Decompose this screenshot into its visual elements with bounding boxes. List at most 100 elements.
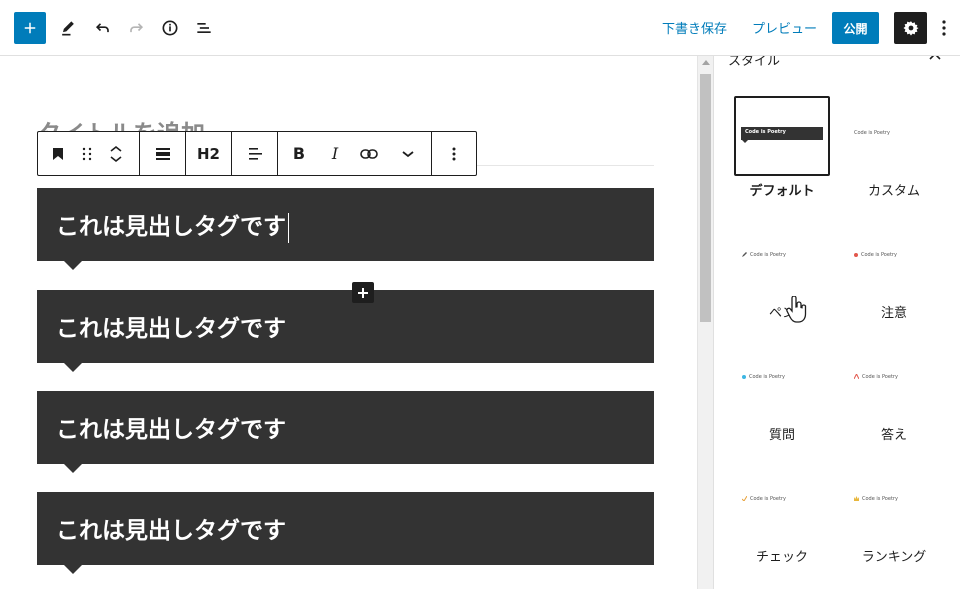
preview-sample-text: Code is Poetry [750, 252, 786, 258]
plus-icon [358, 287, 368, 298]
caution-icon [854, 252, 858, 257]
redo-icon [130, 23, 144, 33]
heading-level-button[interactable]: H2 [186, 132, 231, 175]
gear-icon [903, 21, 918, 36]
info-icon [162, 20, 178, 36]
heading-level-group: H2 [186, 132, 232, 175]
style-label: ランキング [861, 550, 927, 565]
pencil-icon [62, 21, 74, 36]
align-wide-icon [155, 147, 170, 160]
preview-sample-text: Code is Poetry [854, 130, 890, 136]
style-option-answer[interactable]: Code is Poetry 答え [846, 340, 942, 443]
settings-sidebar: スタイル Code is Poetry デフォルト Code is Poetry… [713, 56, 960, 589]
block-toolbar: H2 B I [37, 131, 477, 176]
style-option-question[interactable]: Code is Poetry 質問 [734, 340, 830, 443]
style-option-custom[interactable]: Code is Poetry カスタム [846, 96, 942, 199]
style-label: 注意 [880, 306, 907, 321]
options-menu-button[interactable] [934, 12, 954, 44]
styles-panel-title[interactable]: スタイル [728, 56, 780, 69]
style-preview: Code is Poetry [734, 462, 830, 542]
heading-text[interactable]: これは見出しタグです [56, 410, 286, 444]
drag-handle[interactable] [78, 132, 96, 175]
details-button[interactable] [154, 12, 186, 44]
heading-block[interactable]: これは見出しタグです [37, 290, 654, 372]
style-preview: Code is Poetry [734, 340, 830, 420]
heading-block[interactable]: これは見出しタグです [37, 188, 654, 270]
heading-text[interactable]: これは見出しタグです [56, 207, 289, 243]
block-type-button[interactable] [38, 132, 78, 175]
style-preview: Code is Poetry [846, 462, 942, 542]
style-preview: Code is Poetry [734, 218, 830, 298]
crown-icon [854, 496, 859, 501]
text-caret [288, 212, 289, 243]
style-label: カスタム [867, 184, 920, 199]
link-button[interactable] [350, 132, 388, 175]
bold-button[interactable]: B [278, 132, 320, 175]
check-icon [741, 495, 748, 502]
tools-button[interactable] [52, 12, 84, 44]
preview-sample-text: Code is Poetry [862, 374, 898, 380]
preview-sample-text: Code is Poetry [862, 496, 898, 502]
style-label: ペン [768, 306, 795, 321]
block-mover-group [38, 132, 140, 175]
italic-button[interactable]: I [320, 132, 350, 175]
block-inserter-button[interactable] [352, 282, 374, 303]
add-block-button[interactable] [14, 12, 46, 44]
block-options-group [432, 132, 476, 175]
block-align-button[interactable] [140, 132, 185, 175]
scrollbar-thumb[interactable] [700, 74, 711, 322]
preview-sample-text: Code is Poetry [745, 129, 786, 135]
publish-button[interactable]: 公開 [832, 12, 879, 44]
top-toolbar: 下書き保存 プレビュー 公開 [0, 0, 960, 56]
style-label: デフォルト [749, 184, 815, 199]
heading-text[interactable]: これは見出しタグです [56, 511, 286, 545]
heading-block[interactable]: これは見出しタグです [37, 391, 654, 473]
text-align-button[interactable] [232, 132, 277, 175]
preview-sample-text: Code is Poetry [861, 252, 897, 258]
style-label: チェック [755, 550, 808, 565]
align-left-icon [248, 147, 262, 160]
format-group: B I [278, 132, 432, 175]
chevron-up-icon [110, 145, 122, 152]
style-option-pen[interactable]: Code is Poetry ペン [734, 218, 830, 321]
heading-text[interactable]: これは見出しタグです [56, 309, 286, 343]
move-block-buttons[interactable] [96, 132, 136, 175]
style-preview: Code is Poetry [734, 96, 830, 176]
style-label: 質問 [768, 428, 795, 443]
block-options-button[interactable] [432, 132, 476, 175]
editor-canvas: タイトルを追加 これは見出しタグです これは見出しタグです これは見出しタグです… [0, 56, 697, 589]
preview-sample-text: Code is Poetry [749, 374, 785, 380]
question-icon [742, 374, 746, 379]
style-preview: Code is Poetry [846, 340, 942, 420]
more-vertical-icon [452, 147, 456, 160]
style-option-ranking[interactable]: Code is Poetry ランキング [846, 462, 942, 565]
preview-heading-bar: Code is Poetry [741, 127, 823, 140]
chevron-up-icon[interactable] [928, 56, 942, 64]
editor-scrollbar[interactable] [697, 56, 713, 589]
plus-icon [24, 22, 36, 34]
style-option-check[interactable]: Code is Poetry チェック [734, 462, 830, 565]
more-vertical-icon [942, 20, 946, 36]
style-preview: Code is Poetry [846, 218, 942, 298]
style-option-caution[interactable]: Code is Poetry 注意 [846, 218, 942, 321]
hand-pointer-icon [786, 296, 807, 323]
scroll-up-arrow[interactable] [702, 60, 710, 65]
preview-button[interactable]: プレビュー [752, 18, 817, 37]
chevron-down-icon [110, 155, 122, 162]
style-label: 答え [880, 428, 907, 443]
undo-button[interactable] [87, 12, 119, 44]
save-draft-button[interactable]: 下書き保存 [662, 18, 727, 37]
heading-block[interactable]: これは見出しタグです [37, 492, 654, 574]
link-icon [360, 148, 378, 159]
style-option-default[interactable]: Code is Poetry デフォルト [734, 96, 830, 199]
settings-button[interactable] [894, 12, 927, 44]
more-format-button[interactable] [388, 132, 428, 175]
list-view-button[interactable] [188, 12, 220, 44]
drag-handle-icon [82, 147, 92, 160]
chevron-down-icon [402, 150, 414, 157]
style-preview: Code is Poetry [846, 96, 942, 176]
answer-icon [853, 372, 860, 380]
redo-button[interactable] [120, 12, 152, 44]
pen-icon [742, 252, 747, 257]
preview-heading-arrow [742, 140, 748, 143]
